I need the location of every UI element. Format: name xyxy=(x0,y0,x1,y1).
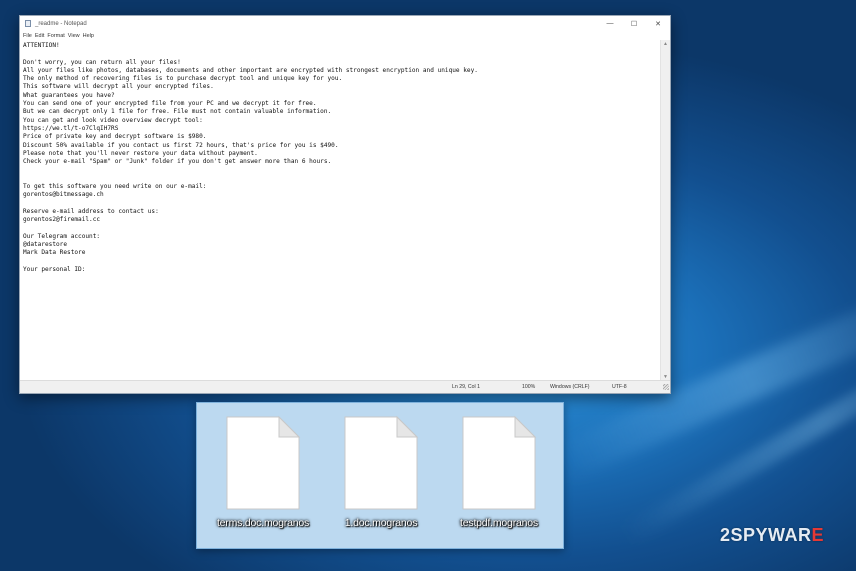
cursor-position: Ln 29, Col 1 xyxy=(452,384,480,390)
close-button[interactable]: ✕ xyxy=(646,20,670,28)
encoding: UTF-8 xyxy=(612,384,627,390)
file-item[interactable]: terms.doc.mogranos xyxy=(213,415,313,529)
menu-view[interactable]: View xyxy=(68,33,80,39)
notepad-window[interactable]: _readme - Notepad — ☐ ✕ File Edit Format… xyxy=(19,15,671,394)
menu-help[interactable]: Help xyxy=(83,33,94,39)
menu-bar: File Edit Format View Help xyxy=(20,31,670,40)
blank-file-icon xyxy=(226,415,301,510)
selected-files-panel: terms.doc.mogranos 1.doc.mogranos testpd… xyxy=(196,402,564,549)
resize-grip-icon[interactable] xyxy=(663,384,669,390)
file-name: testpdf.mogranos xyxy=(460,517,538,529)
title-bar[interactable]: _readme - Notepad — ☐ ✕ xyxy=(20,16,670,31)
scroll-up-icon[interactable]: ▲ xyxy=(661,40,670,48)
blank-file-icon xyxy=(344,415,419,510)
menu-file[interactable]: File xyxy=(23,33,32,39)
file-item[interactable]: testpdf.mogranos xyxy=(449,415,549,529)
spyware-watermark: 2SPYWARE xyxy=(720,525,825,545)
window-title: _readme - Notepad xyxy=(35,20,87,27)
zoom-level: 100% xyxy=(522,384,536,390)
file-item[interactable]: 1.doc.mogranos xyxy=(331,415,431,529)
file-name: terms.doc.mogranos xyxy=(216,517,310,529)
minimize-button[interactable]: — xyxy=(598,20,622,27)
blank-file-icon xyxy=(462,415,537,510)
menu-format[interactable]: Format xyxy=(47,33,64,39)
file-name: 1.doc.mogranos xyxy=(344,517,418,529)
notepad-icon xyxy=(25,20,31,27)
status-bar: Ln 29, Col 1 100% Windows (CRLF) UTF-8 xyxy=(20,380,670,393)
vertical-scrollbar[interactable]: ▲ ▼ xyxy=(660,40,670,381)
maximize-button[interactable]: ☐ xyxy=(622,20,646,28)
line-ending: Windows (CRLF) xyxy=(550,384,590,390)
text-editor[interactable]: ATTENTION! Don't worry, you can return a… xyxy=(20,40,661,381)
menu-edit[interactable]: Edit xyxy=(35,33,44,39)
